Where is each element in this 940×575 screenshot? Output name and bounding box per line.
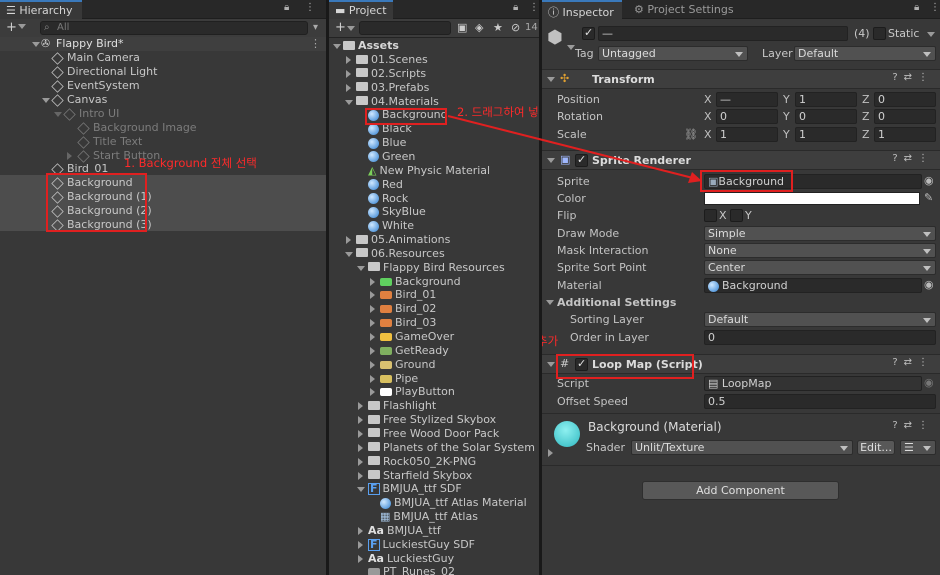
drag-arrow <box>447 115 702 183</box>
